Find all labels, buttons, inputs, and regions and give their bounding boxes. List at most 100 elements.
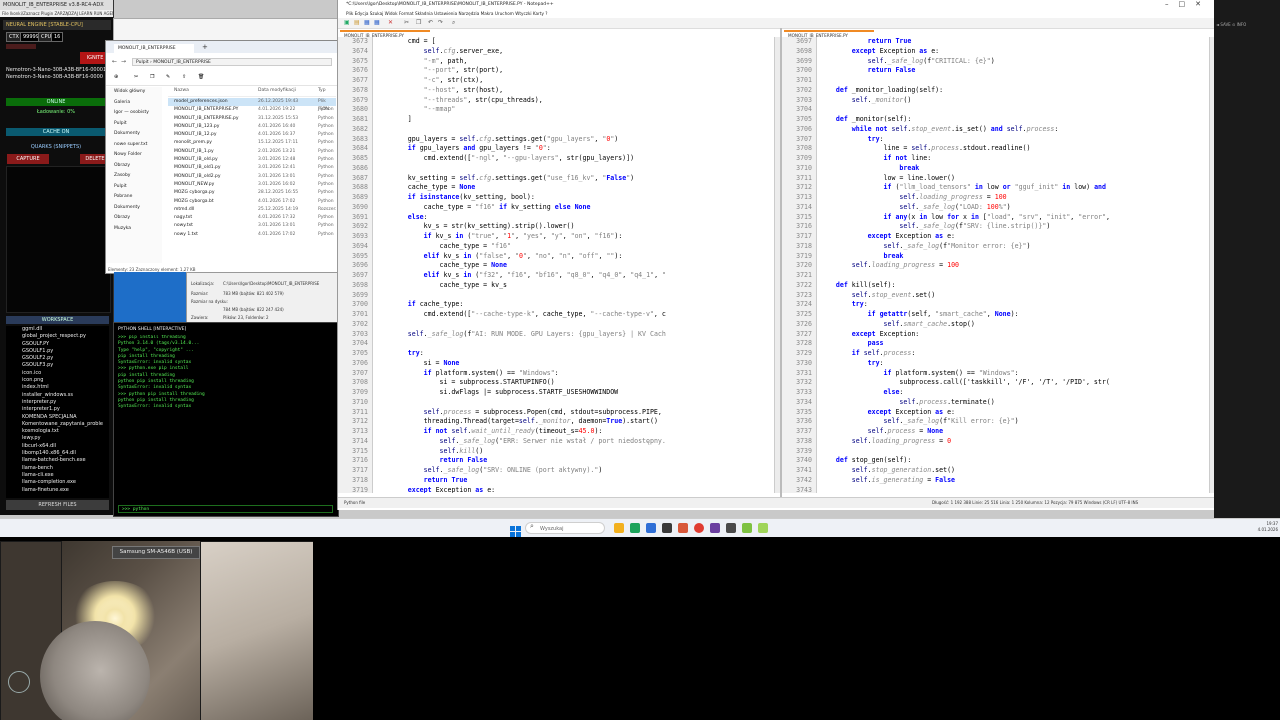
undo-icon[interactable]: ↶: [428, 19, 433, 26]
model-item-1[interactable]: Nemotron-3-Nano-30B-A3B-BF16-00001: [6, 67, 106, 73]
code-line[interactable]: def kill(self):: [820, 281, 1110, 291]
code-line[interactable]: "--port", str(port),: [376, 66, 666, 76]
list-item[interactable]: Komentowane_zapytania_proble: [6, 421, 109, 428]
forward-arrow-icon[interactable]: →: [121, 58, 126, 65]
explorer-sidebar[interactable]: Widok główny Galeria Igor — osobisty Pul…: [106, 87, 162, 263]
code-line[interactable]: self.loading_progress = 100: [820, 261, 1110, 271]
code-line[interactable]: "--threads", str(cpu_threads),: [376, 96, 666, 106]
code-line[interactable]: self._safe_log(f"CRITICAL: {e}"): [820, 57, 1110, 67]
code-line[interactable]: if cache_type:: [376, 300, 666, 310]
code-line[interactable]: return True: [820, 37, 1110, 47]
save-icon[interactable]: ▦: [364, 19, 370, 26]
table-row[interactable]: MONOLIT_IB_ENTERPRISE.PY 4.01.2026 19:22 P…: [168, 106, 336, 114]
code-line[interactable]: self._safe_log(f"AI: RUN MODE. GPU Layer…: [376, 330, 666, 340]
sidebar-item[interactable]: nowe super.txt: [106, 140, 162, 151]
code-line[interactable]: if isinstance(kv_setting, bool):: [376, 193, 666, 203]
explorer-tab[interactable]: MONOLIT_IB_ENTERPRISE: [114, 44, 194, 53]
code-line[interactable]: self._monitor(): [820, 96, 1110, 106]
code-line[interactable]: kv_setting = self.cfg.settings.get("use_…: [376, 174, 666, 184]
notepad-plus-icon[interactable]: [742, 523, 752, 533]
table-row[interactable]: MONOLIT_IB_123.py 4.01.2026 16:40 Python: [168, 123, 336, 131]
editor-right[interactable]: 3697 3698 3699 3700 3701 3702 3703 3704 3705 3706…: [782, 37, 1209, 493]
editor-left[interactable]: 3673 3674 3675 3676 3677 3678 3679 3680 3681 3682…: [338, 37, 774, 493]
list-item[interactable]: kosmologia.txt: [6, 428, 109, 435]
code-line[interactable]: cache_type = None: [376, 183, 666, 193]
sidebar-item[interactable]: Pobrane: [106, 192, 162, 203]
edge-icon[interactable]: [630, 523, 640, 533]
list-item[interactable]: installer_windows.ss: [6, 392, 109, 399]
shell-input[interactable]: >>> python: [118, 505, 333, 513]
code-line[interactable]: threading.Thread(target=self._monitor, d…: [376, 417, 666, 427]
list-item[interactable]: ggml.dll: [6, 326, 109, 333]
new-icon[interactable]: ⊕: [114, 74, 118, 80]
save-all-icon[interactable]: ▦: [374, 19, 380, 26]
code-line[interactable]: while not self.stop_event.is_set() and s…: [820, 125, 1110, 135]
code-line[interactable]: try:: [820, 359, 1110, 369]
list-item[interactable]: icon.ico: [6, 370, 109, 377]
table-row[interactable]: monolit_prem.py 15.12.2025 17:11 Python: [168, 139, 336, 147]
cache-on-toggle[interactable]: CACHE ON: [6, 128, 106, 136]
sidebar-item[interactable]: Zasoby: [106, 171, 162, 182]
code-line[interactable]: "-m", path,: [376, 57, 666, 67]
code-line[interactable]: [820, 76, 1110, 86]
code-line[interactable]: [376, 125, 666, 135]
app-icon[interactable]: [678, 523, 688, 533]
list-item[interactable]: llama-cli.exe: [6, 472, 109, 479]
sidebar-item[interactable]: Igor — osobisty: [106, 108, 162, 119]
list-item[interactable]: interpreter.py: [6, 399, 109, 406]
code-line[interactable]: [376, 398, 666, 408]
cut-icon[interactable]: ✂: [134, 74, 138, 80]
code-line[interactable]: if gpu_layers and gpu_layers != "0":: [376, 144, 666, 154]
delete-icon[interactable]: 🗑: [198, 74, 204, 80]
code-line[interactable]: self.stop_event.set(): [820, 291, 1110, 301]
code-line[interactable]: try:: [820, 300, 1110, 310]
right-panel-text[interactable]: ◄ SAVE ⊙ INFO: [1216, 22, 1278, 34]
table-row[interactable]: MONOLIT_IB_old1.py 3.01.2026 12:41 Python: [168, 164, 336, 172]
code-line[interactable]: if any(x in low for x in ["load", "srv",…: [820, 213, 1111, 223]
file-list[interactable]: model_preferences.json 26.12.2025 19:43 Pl…: [168, 98, 336, 263]
code-line[interactable]: self._safe_log("ERR: Serwer nie wstał / …: [376, 437, 666, 447]
table-row[interactable]: MONOLIT_IB_1.py 2.01.2026 13:21 Python: [168, 148, 336, 156]
code-line[interactable]: cmd.extend(["-ngl", "--gpu-layers", str(…: [376, 154, 666, 164]
code-line[interactable]: self._safe_log(f"SRV: {line.strip()}"): [820, 222, 1110, 232]
explorer-toolbar[interactable]: ⊕ ✂ ❐ ✎ ⇪ 🗑: [106, 71, 338, 86]
cpu-input[interactable]: 16: [51, 32, 64, 42]
code-line[interactable]: self.cfg.server_exe,: [376, 47, 666, 57]
sidebar-item[interactable]: Galeria: [106, 98, 162, 109]
code-line[interactable]: line = self.process.stdout.readline(): [820, 144, 1110, 154]
sidebar-item[interactable]: Widok główny: [106, 87, 162, 98]
code-line[interactable]: cache_type = None: [376, 261, 666, 271]
code-line[interactable]: [376, 339, 666, 349]
open-file-icon[interactable]: ▤: [354, 19, 360, 26]
column-type[interactable]: Typ: [318, 88, 326, 93]
table-row[interactable]: model_preferences.json 26.12.2025 19:43 Pl…: [168, 98, 336, 112]
code-line[interactable]: try:: [820, 135, 1110, 145]
code-line[interactable]: def _monitor(self):: [820, 115, 1110, 125]
code-line[interactable]: self.loading_progress = 0: [820, 437, 1110, 447]
menu-bar[interactable]: File Ikonki/Zaznacz Plugin ZARZĄDZAJ LEA…: [0, 10, 113, 17]
code-line[interactable]: try:: [376, 349, 666, 359]
code-line[interactable]: self.process = subprocess.Popen(cmd, std…: [376, 408, 666, 418]
taskbar-search[interactable]: Wyszukaj: [525, 522, 605, 534]
code-line[interactable]: "--host", str(host),: [376, 86, 666, 96]
cut-icon[interactable]: ✂: [404, 19, 409, 26]
code-line[interactable]: gpu_layers = self.cfg.settings.get("gpu_…: [376, 135, 666, 145]
code-line[interactable]: if platform.system() == "Windows":: [820, 369, 1110, 379]
code-line[interactable]: self._safe_log(f"Monitor error: {e}"): [820, 242, 1110, 252]
code-line[interactable]: cmd = [: [376, 37, 666, 47]
column-name[interactable]: Nazwa: [174, 88, 189, 93]
model-item-2[interactable]: Nemotron-3-Nano-30B-A3B-BF16-0000: [6, 74, 106, 80]
code-line[interactable]: si = subprocess.STARTUPINFO(): [376, 378, 666, 388]
code-line[interactable]: "-c", str(ctx),: [376, 76, 666, 86]
capture-button[interactable]: CAPTURE: [7, 154, 49, 164]
table-row[interactable]: MONOLIT_IB_old2.py 3.01.2026 13:01 Python: [168, 173, 336, 181]
code-line[interactable]: si = None: [376, 359, 666, 369]
windows-start-icon[interactable]: [510, 522, 521, 537]
code-line[interactable]: self.process.terminate(): [820, 398, 1110, 408]
list-item[interactable]: KOMENDA SPECJALNA: [6, 414, 109, 421]
sidebar-item[interactable]: Dokumenty: [106, 203, 162, 214]
code-line[interactable]: else:: [820, 388, 1110, 398]
share-icon[interactable]: ⇪: [182, 74, 186, 80]
code-line[interactable]: self.smart_cache.stop(): [820, 320, 1110, 330]
code-line[interactable]: except Exception:: [820, 330, 1110, 340]
